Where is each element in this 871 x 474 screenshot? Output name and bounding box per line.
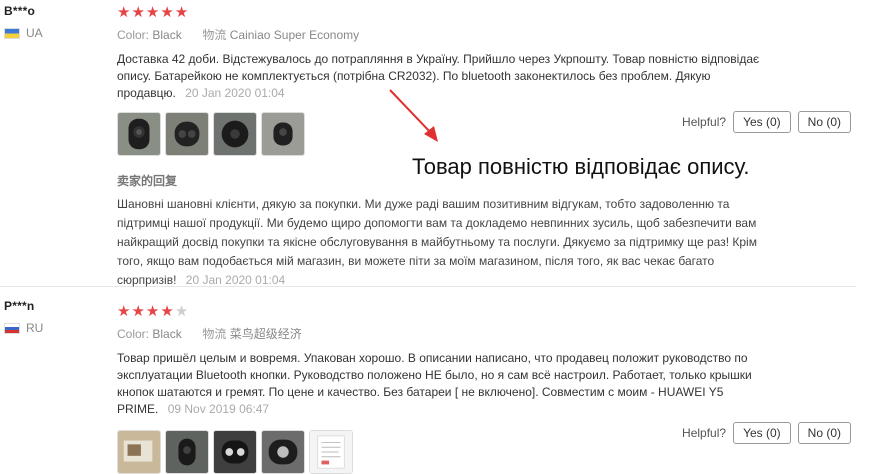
star-rating: ★ ★ ★ ★ ★ — [117, 2, 857, 22]
reviewer-info: B***o UA — [4, 4, 104, 40]
shipping-label: 物流 — [202, 327, 227, 341]
shipping-value: 菜鸟超级经济 — [229, 327, 302, 341]
review-text: Товар пришёл целым и вовремя. Упакован х… — [117, 350, 767, 418]
review-photo-thumbnail[interactable] — [309, 430, 353, 474]
reviewer-country: UA — [4, 26, 104, 40]
reviewer-country: RU — [4, 321, 104, 335]
star-icon: ★ — [117, 302, 131, 320]
star-rating: ★ ★ ★ ★ ★ — [117, 301, 857, 321]
reviewer-info: P***n RU — [4, 299, 104, 335]
review-photo-thumbnail[interactable] — [261, 430, 305, 474]
color-value: Black — [152, 28, 182, 42]
review-photo-thumbnail[interactable] — [261, 112, 305, 156]
star-icon: ★ — [131, 3, 145, 21]
review-photo-thumbnail[interactable] — [165, 112, 209, 156]
review-content: ★ ★ ★ ★ ★ Color: Black 物流 Cainiao Super … — [117, 0, 857, 290]
helpful-yes-button[interactable]: Yes (0) — [733, 422, 791, 444]
review-photo-thumbnail[interactable] — [213, 430, 257, 474]
star-icon: ★ — [160, 3, 174, 21]
review-photo-thumbnail[interactable] — [117, 112, 161, 156]
review-date: 09 Nov 2019 06:47 — [167, 402, 270, 416]
star-icon: ★ — [117, 3, 131, 21]
star-icon: ★ — [174, 3, 189, 21]
order-meta: Color: Black 物流 Cainiao Super Economy — [117, 26, 857, 44]
country-code: UA — [26, 26, 43, 40]
review-item: P***n RU ★ ★ ★ ★ ★ Color: Black 物流 菜鸟超级经… — [0, 287, 856, 474]
helpful-label: Helpful? — [682, 115, 727, 129]
review-photo-thumbnail[interactable] — [213, 112, 257, 156]
annotation-caption: Товар повністю відповідає опису. — [412, 154, 750, 179]
seller-reply-date: 20 Jan 2020 01:04 — [185, 273, 286, 287]
star-icon: ★ — [145, 302, 160, 320]
seller-reply: Шановні шановні клієнти, дякую за покупк… — [117, 195, 757, 290]
annotation-arrow-icon — [389, 89, 438, 142]
shipping-value: Cainiao Super Economy — [229, 28, 360, 42]
helpful-no-button[interactable]: No (0) — [797, 422, 851, 444]
reviewer-name: B***o — [4, 4, 36, 18]
helpful-label: Helpful? — [682, 426, 727, 440]
russia-flag-icon — [4, 322, 20, 334]
review-photo-thumbnail[interactable] — [165, 430, 209, 474]
reviewer-name: P***n — [4, 299, 35, 313]
country-code: RU — [26, 321, 44, 335]
color-label: Color: — [117, 327, 150, 341]
shipping-label: 物流 — [202, 28, 227, 42]
helpful-vote: Helpful? Yes (0) No (0) — [682, 111, 851, 133]
review-photo-thumbnail[interactable] — [117, 430, 161, 474]
helpful-yes-button[interactable]: Yes (0) — [733, 111, 791, 133]
color-value: Black — [152, 327, 182, 341]
helpful-vote: Helpful? Yes (0) No (0) — [682, 422, 851, 444]
star-icon: ★ — [145, 3, 160, 21]
star-empty-icon: ★ — [174, 302, 189, 320]
ukraine-flag-icon — [4, 27, 20, 39]
color-label: Color: — [117, 28, 150, 42]
star-icon: ★ — [160, 302, 174, 320]
order-meta: Color: Black 物流 菜鸟超级经济 — [117, 325, 857, 343]
helpful-no-button[interactable]: No (0) — [797, 111, 851, 133]
review-date: 20 Jan 2020 01:04 — [185, 86, 285, 100]
review-content: ★ ★ ★ ★ ★ Color: Black 物流 菜鸟超级经济 Товар п… — [117, 299, 857, 474]
star-icon: ★ — [131, 302, 145, 320]
